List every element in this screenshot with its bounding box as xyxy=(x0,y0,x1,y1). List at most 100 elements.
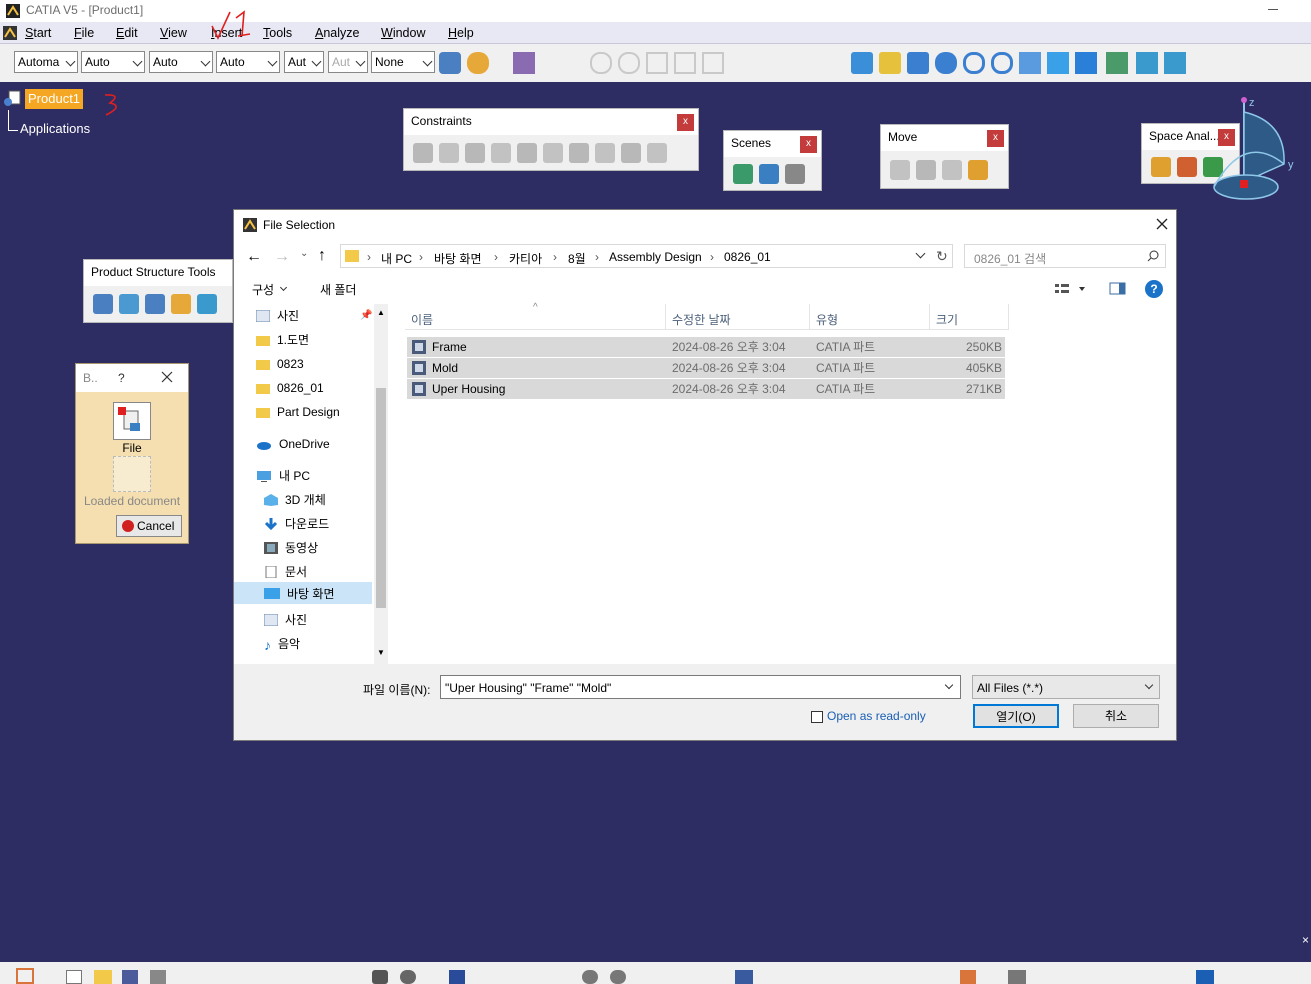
back-icon[interactable]: ← xyxy=(246,248,262,266)
nav-item-videos[interactable]: 동영상 xyxy=(264,538,318,558)
thickness-combo[interactable]: Auto xyxy=(81,51,145,73)
file-row-mold[interactable]: Mold 2024-08-26 오후 3:04 CATIA 파트 405KB xyxy=(407,358,1005,378)
compass-icon[interactable]: z y xyxy=(1204,92,1308,204)
nav-item-pictures-2[interactable]: 사진 xyxy=(264,610,307,630)
menu-analyze[interactable]: Analyze xyxy=(315,26,359,40)
pin-icon[interactable]: 📌 xyxy=(360,310,372,321)
measure-icon[interactable] xyxy=(960,970,976,984)
none-combo[interactable]: None xyxy=(371,51,435,73)
fly-icon[interactable] xyxy=(851,52,873,74)
settings2-icon[interactable] xyxy=(610,970,626,984)
breadcrumb-item[interactable]: 0826_01 xyxy=(724,250,771,264)
constraint-tool-icon[interactable] xyxy=(595,143,615,163)
hide-show-icon[interactable] xyxy=(1136,52,1158,74)
part-icon[interactable] xyxy=(145,294,165,314)
component-icon[interactable] xyxy=(93,294,113,314)
column-divider[interactable] xyxy=(1008,304,1009,330)
constraint-tool-icon[interactable] xyxy=(543,143,563,163)
nav-scrollbar[interactable]: ▲ ▼ xyxy=(374,304,388,664)
nav-item-downloads[interactable]: 다운로드 xyxy=(264,514,329,534)
close-icon[interactable] xyxy=(161,371,173,383)
pan-icon[interactable] xyxy=(907,52,929,74)
nav-item-3d-objects[interactable]: 3D 개체 xyxy=(264,490,326,510)
swap-space-icon[interactable] xyxy=(1164,52,1186,74)
explode-icon[interactable] xyxy=(942,160,962,180)
manipulate-icon[interactable] xyxy=(890,160,910,180)
transparency-combo[interactable]: Aut xyxy=(284,51,324,73)
file-row-uper-housing[interactable]: Uper Housing 2024-08-26 오후 3:04 CATIA 파트… xyxy=(407,379,1005,399)
tree-root-product1[interactable]: Product1 xyxy=(25,89,84,109)
open-icon[interactable] xyxy=(94,970,112,984)
recent-dropdown-icon[interactable]: ⌄ xyxy=(300,248,308,259)
properties-icon[interactable] xyxy=(467,52,489,74)
swap-icon[interactable] xyxy=(1196,970,1214,984)
constraint-tool-icon[interactable] xyxy=(465,143,485,163)
constraint-tool-icon[interactable] xyxy=(439,143,459,163)
breadcrumb-item[interactable]: 8월 xyxy=(568,250,586,267)
minimize-icon[interactable] xyxy=(1268,9,1278,10)
zoom-out-icon[interactable] xyxy=(991,52,1013,74)
file-row-frame[interactable]: Frame 2024-08-26 오후 3:04 CATIA 파트 250KB xyxy=(407,337,1005,357)
color-combo[interactable]: Auto xyxy=(216,51,280,73)
nav-item-pictures[interactable]: 사진 xyxy=(256,306,299,326)
close-icon[interactable]: x xyxy=(987,130,1004,147)
constraint-tool-icon[interactable] xyxy=(621,143,641,163)
nav-item-folder-part-design[interactable]: Part Design xyxy=(256,402,340,422)
multi-view-icon[interactable] xyxy=(1047,52,1069,74)
nav-item-desktop[interactable]: 바탕 화면 xyxy=(264,584,335,604)
zoom-in-icon[interactable] xyxy=(963,52,985,74)
formula-icon[interactable] xyxy=(372,970,388,984)
menu-view[interactable]: View xyxy=(160,26,187,40)
column-name[interactable]: 이름 xyxy=(411,311,433,328)
painter-icon[interactable] xyxy=(439,52,461,74)
constraint-tool-icon[interactable] xyxy=(517,143,537,163)
table-icon[interactable] xyxy=(449,970,465,984)
scroll-up-icon[interactable]: ▲ xyxy=(377,308,385,317)
cloud-tool-icon[interactable] xyxy=(735,970,753,984)
smart-move-icon[interactable] xyxy=(968,160,988,180)
weight-combo[interactable]: Aut xyxy=(328,51,368,73)
help-icon[interactable]: ? xyxy=(1145,280,1163,298)
scrollbar-thumb[interactable] xyxy=(376,388,386,608)
constraint-tool-icon[interactable] xyxy=(491,143,511,163)
camera-icon[interactable] xyxy=(1008,970,1026,984)
sectioning-icon[interactable] xyxy=(1177,157,1197,177)
breadcrumb-item[interactable]: Assembly Design xyxy=(609,250,702,264)
refresh-icon[interactable]: ↻ xyxy=(936,248,948,265)
close-icon[interactable]: × xyxy=(1302,933,1309,947)
nav-item-folder-0823[interactable]: 0823 xyxy=(256,354,304,374)
column-date[interactable]: 수정한 날짜 xyxy=(672,311,731,328)
chevron-down-icon[interactable] xyxy=(915,248,926,259)
layer-combo[interactable]: Auto xyxy=(149,51,213,73)
nav-item-folder-0826[interactable]: 0826_01 xyxy=(256,378,324,398)
cancel-button[interactable]: Cancel xyxy=(116,515,182,537)
iso-view-icon[interactable] xyxy=(1075,52,1097,74)
new-icon[interactable] xyxy=(66,970,82,984)
nav-item-folder-drawing[interactable]: 1.도면 xyxy=(256,330,309,350)
column-type[interactable]: 유형 xyxy=(816,311,838,328)
print-icon[interactable] xyxy=(150,970,166,984)
line-type-combo[interactable]: Automa xyxy=(14,51,78,73)
close-icon[interactable]: x xyxy=(677,114,694,131)
scene-tool-icon[interactable] xyxy=(785,164,805,184)
app-menu-icon[interactable] xyxy=(3,26,17,40)
constraint-tool-icon[interactable] xyxy=(647,143,667,163)
scroll-down-icon[interactable]: ▼ xyxy=(377,648,385,657)
scene-tool-icon[interactable] xyxy=(759,164,779,184)
chevron-down-icon[interactable] xyxy=(944,680,954,690)
breadcrumb-item[interactable]: 바탕 화면 xyxy=(434,250,482,267)
scene-tool-icon[interactable] xyxy=(733,164,753,184)
tree-applications[interactable]: Applications xyxy=(20,121,90,136)
shading-icon[interactable] xyxy=(1106,52,1128,74)
save-icon[interactable] xyxy=(122,970,138,984)
readonly-label[interactable]: Open as read-only xyxy=(827,709,926,723)
file-icon[interactable] xyxy=(113,402,151,440)
knowledge-icon[interactable] xyxy=(400,970,416,984)
filename-input[interactable]: "Uper Housing" "Frame" "Mold" xyxy=(440,675,961,699)
breadcrumb-item[interactable]: 내 PC xyxy=(381,250,412,267)
clash-icon[interactable] xyxy=(1151,157,1171,177)
column-divider[interactable] xyxy=(665,304,666,330)
close-icon[interactable] xyxy=(1156,218,1168,230)
close-icon[interactable]: x xyxy=(800,136,817,153)
nav-item-music[interactable]: ♪ 음악 xyxy=(264,634,300,654)
